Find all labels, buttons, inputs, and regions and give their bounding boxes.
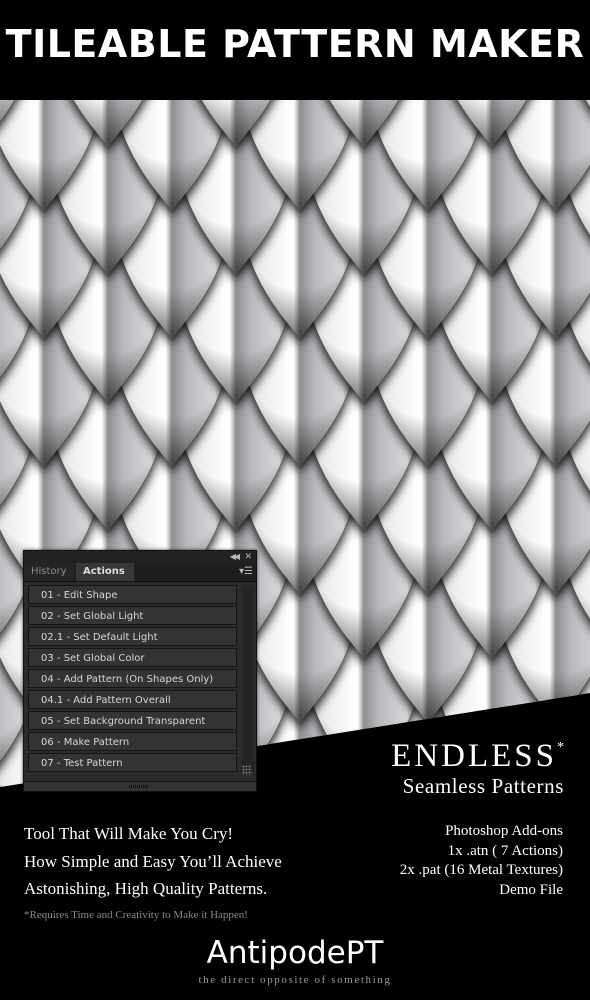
action-item[interactable]: 04.1 - Add Pattern Overall [28, 690, 237, 709]
tagline: Tool That Will Make You Cry! How Simple … [24, 820, 282, 903]
actions-list: 01 - Edit Shape 02 - Set Global Light 02… [28, 585, 237, 774]
tagline-line: Tool That Will Make You Cry! [24, 824, 234, 843]
action-item[interactable]: 06 - Make Pattern [28, 732, 237, 751]
double-chevron-left-icon[interactable]: ◀◀ [230, 551, 240, 563]
addons-item: 2x .pat (16 Metal Textures) [399, 862, 563, 878]
tab-history[interactable]: History [24, 563, 74, 581]
action-item[interactable]: 05 - Set Background Transparent [28, 711, 237, 730]
endless-heading: ENDLESS* [391, 738, 564, 775]
action-item[interactable]: 02.1 - Set Default Light [28, 627, 237, 646]
disclaimer: *Requires Time and Creativity to Make it… [24, 909, 248, 921]
actions-panel: ◀◀ ✕ History Actions ▾☰ 01 - Edit Shape … [23, 550, 257, 792]
action-item[interactable]: 01 - Edit Shape [28, 585, 237, 604]
page-title: TILEABLE PATTERN MAKER [5, 22, 585, 66]
addons-item: Photoshop Add-ons [445, 823, 563, 839]
drag-handle-icon[interactable] [129, 785, 149, 788]
resize-grip-icon[interactable] [242, 765, 252, 775]
tagline-line: Astonishing, High Quality Patterns. [24, 879, 268, 898]
panel-menu-icon[interactable]: ▾☰ [239, 565, 253, 579]
title-band: TILEABLE PATTERN MAKER [0, 0, 590, 100]
endless-text: ENDLESS [391, 738, 557, 774]
seamless-subheading: Seamless Patterns [402, 774, 564, 798]
action-item[interactable]: 04 - Add Pattern (On Shapes Only) [28, 669, 237, 688]
action-item[interactable]: 07 - Test Pattern [28, 753, 237, 772]
panel-titlebar[interactable]: ◀◀ ✕ [24, 551, 256, 563]
addons-item: 1x .atn ( 7 Actions) [447, 842, 563, 859]
panel-scrollbar[interactable] [242, 585, 254, 773]
panel-footer [24, 781, 256, 791]
action-item[interactable]: 02 - Set Global Light [28, 606, 237, 625]
close-icon[interactable]: ✕ [244, 551, 252, 563]
brand-logo: AntipodePT [206, 935, 384, 971]
addons-item: Demo File [499, 881, 563, 898]
endless-asterisk: * [557, 740, 564, 755]
addons-list: Photoshop Add-ons 1x .atn ( 7 Actions) 2… [400, 822, 563, 900]
action-item[interactable]: 03 - Set Global Color [28, 648, 237, 667]
tagline-line: How Simple and Easy You’ll Achieve [24, 851, 282, 871]
panel-tabs: History Actions ▾☰ [24, 563, 256, 582]
tab-actions[interactable]: Actions [76, 563, 134, 581]
brand-slogan: the direct opposite of something [198, 974, 392, 986]
